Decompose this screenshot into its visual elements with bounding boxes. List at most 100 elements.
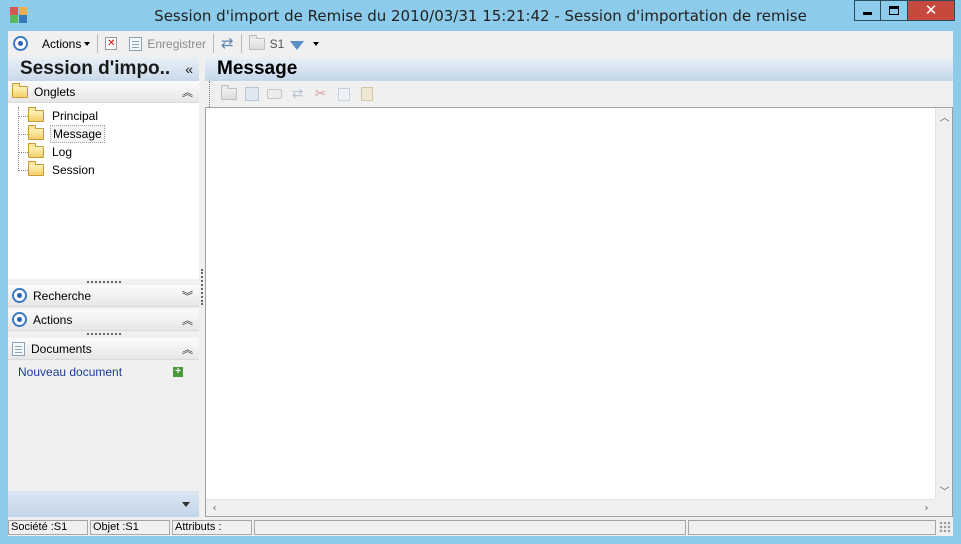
company-selector-label: S1 [269,36,285,51]
toolbar-separator [97,34,99,53]
actions-orb-icon [12,312,27,327]
scroll-right-arrow-icon[interactable]: › [919,501,934,516]
folder-icon [28,107,44,122]
maximize-icon [889,6,899,15]
refresh-icon: ⇄ [291,86,304,102]
refresh-icon: ⇄ [221,34,234,52]
tree-item-label: Log [52,145,73,159]
filter-icon [290,41,305,50]
search-orb-icon [12,288,27,303]
open-folder-icon [28,125,44,140]
folder-icon [12,82,28,98]
folder-icon [28,161,44,176]
chevron-down-icon [182,501,190,507]
minimize-button[interactable] [854,0,881,21]
delete-button[interactable]: ✕ [102,33,120,55]
scroll-down-arrow-icon[interactable]: ﹀ [937,483,952,498]
paste-button[interactable] [358,86,375,102]
tabs-section-header[interactable]: Onglets ︽ [8,81,199,103]
navigation-panel: Session d'impo.. « Onglets ︽ Principal M… [8,57,199,517]
client-area: Actions ✕ Enregistrer ⇄ S1 Session d'imp… [8,31,953,536]
new-document-label: Nouveau document [18,365,123,379]
status-panel [688,519,936,535]
toolbar-separator [240,34,242,53]
chevron-down-icon[interactable]: ︾ [182,288,193,304]
folder-icon [220,85,237,100]
main-toolbar: Actions ✕ Enregistrer ⇄ S1 [8,31,953,56]
scrollbar-corner [935,499,952,516]
save-button[interactable]: Enregistrer [126,33,209,55]
tree-item-message[interactable]: Message [8,125,199,143]
refresh-button[interactable]: ⇄ [218,33,237,55]
window-title: Session d'import de Remise du 2010/03/31… [154,7,807,25]
actions-section-header[interactable]: Actions ︽ [8,309,199,331]
actions-menu-button[interactable]: Actions [39,33,93,55]
open-folder-button[interactable] [220,85,237,102]
tree-item-label: Message [50,125,105,143]
tabs-section-label: Onglets [34,84,76,99]
status-object: Objet :S1 [90,519,170,535]
minimize-icon [863,12,872,15]
tree-item-session[interactable]: Session [8,161,199,179]
vertical-scrollbar[interactable]: ︿ ﹀ [935,108,952,499]
copy-button[interactable] [335,86,352,102]
documents-section-label: Documents [31,341,92,356]
filter-dropdown-button[interactable] [307,33,322,55]
navigation-orb-icon [13,36,28,51]
chevron-down-icon [313,41,320,46]
save-icon [244,87,259,101]
cut-button[interactable]: ✂ [312,86,329,102]
save-document-icon [129,36,143,51]
document-icon [12,341,25,356]
documents-section-body: Nouveau document + [8,360,199,510]
navigation-panel-header: Session d'impo.. « [8,57,199,81]
content-panel: Message ⇄ ✂ ︿ ﹀ ‹ › [205,57,953,517]
folder-icon [248,34,265,50]
title-bar[interactable]: Session d'import de Remise du 2010/03/31… [0,0,961,30]
search-section-header[interactable]: Recherche ︾ [8,285,199,307]
close-icon: ✕ [924,1,938,19]
status-attributes: Attributs : [172,519,252,535]
tree-item-principal[interactable]: Principal [8,107,199,125]
navigation-orb-button[interactable] [10,33,31,55]
message-text-area[interactable]: ︿ ﹀ ‹ › [205,107,953,517]
company-selector[interactable]: S1 [246,33,288,55]
tree-branch [19,134,28,135]
scroll-left-arrow-icon[interactable]: ‹ [207,501,222,516]
close-button[interactable]: ✕ [908,0,955,21]
search-section-label: Recherche [33,288,92,303]
new-document-link[interactable]: Nouveau document + [8,360,199,384]
collapse-panel-button[interactable]: « [185,61,193,77]
save-button-editor[interactable] [243,86,260,102]
chevron-up-icon[interactable]: ︽ [182,84,193,100]
content-panel-title: Message [217,58,298,79]
navigation-panel-footer[interactable] [8,491,199,517]
documents-section-header[interactable]: Documents ︽ [8,338,199,360]
tabs-tree: Principal Message Log Session [8,103,199,279]
chevron-up-icon[interactable]: ︽ [182,341,193,357]
paste-icon [360,87,373,101]
tree-item-label: Session [52,163,95,177]
add-icon: + [173,367,183,377]
refresh-button-editor[interactable]: ⇄ [289,86,306,102]
filter-button[interactable] [287,33,307,55]
maximize-button[interactable] [881,0,908,21]
tree-item-log[interactable]: Log [8,143,199,161]
print-button[interactable] [266,86,283,102]
actions-section-label: Actions [33,312,73,327]
tree-branch [19,152,28,153]
actions-menu-label: Actions [42,36,82,51]
chevron-up-icon[interactable]: ︽ [182,312,193,328]
scroll-up-arrow-icon[interactable]: ︿ [937,109,952,124]
window-controls: ✕ [854,0,955,22]
chevron-down-icon [84,41,91,46]
status-company: Société :S1 [8,519,88,535]
navigation-panel-title: Session d'impo.. [20,58,171,79]
horizontal-scrollbar[interactable]: ‹ › [206,499,935,516]
save-button-label: Enregistrer [147,36,207,51]
resize-grip-icon[interactable] [939,521,951,533]
cut-icon: ✂ [314,86,327,102]
status-panel [254,519,686,535]
tree-branch [19,170,28,171]
app-window: Session d'import de Remise du 2010/03/31… [0,0,961,544]
